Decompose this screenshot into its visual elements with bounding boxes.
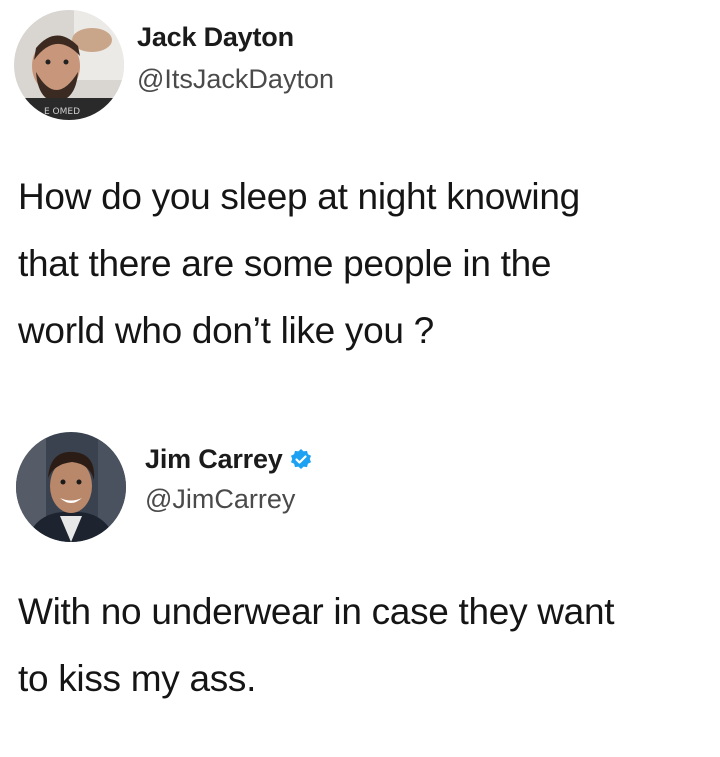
tweet-text: With no underwear in case they want to k… [18,578,718,712]
author-name-text[interactable]: Jim Carrey [145,444,283,475]
tweet-jim-carrey: Jim Carrey @JimCarrey With no underwear … [0,410,720,730]
author-name[interactable]: Jack Dayton [137,22,294,53]
avatar-photo [16,432,126,542]
avatar[interactable] [16,432,126,542]
avatar-photo: E OMED [14,10,124,120]
tweet-text-line: world who don’t like you ? [18,310,434,351]
author-handle[interactable]: @ItsJackDayton [137,64,334,95]
tweet-text-line: How do you sleep at night knowing [18,176,580,217]
tweet-text-line: With no underwear in case they want [18,591,615,632]
author-handle[interactable]: @JimCarrey [145,484,295,515]
tweet-text-line: to kiss my ass. [18,658,257,699]
tweet-text-line: that there are some people in the [18,243,552,284]
author-name[interactable]: Jim Carrey [145,444,313,475]
svg-text:E OMED: E OMED [44,107,80,117]
tweet-text: How do you sleep at night knowing that t… [18,163,708,364]
tweet-jack-dayton: E OMED Jack Dayton @ItsJackDayton How do… [0,0,720,380]
verified-badge-icon [289,448,313,472]
avatar[interactable]: E OMED [14,10,124,120]
